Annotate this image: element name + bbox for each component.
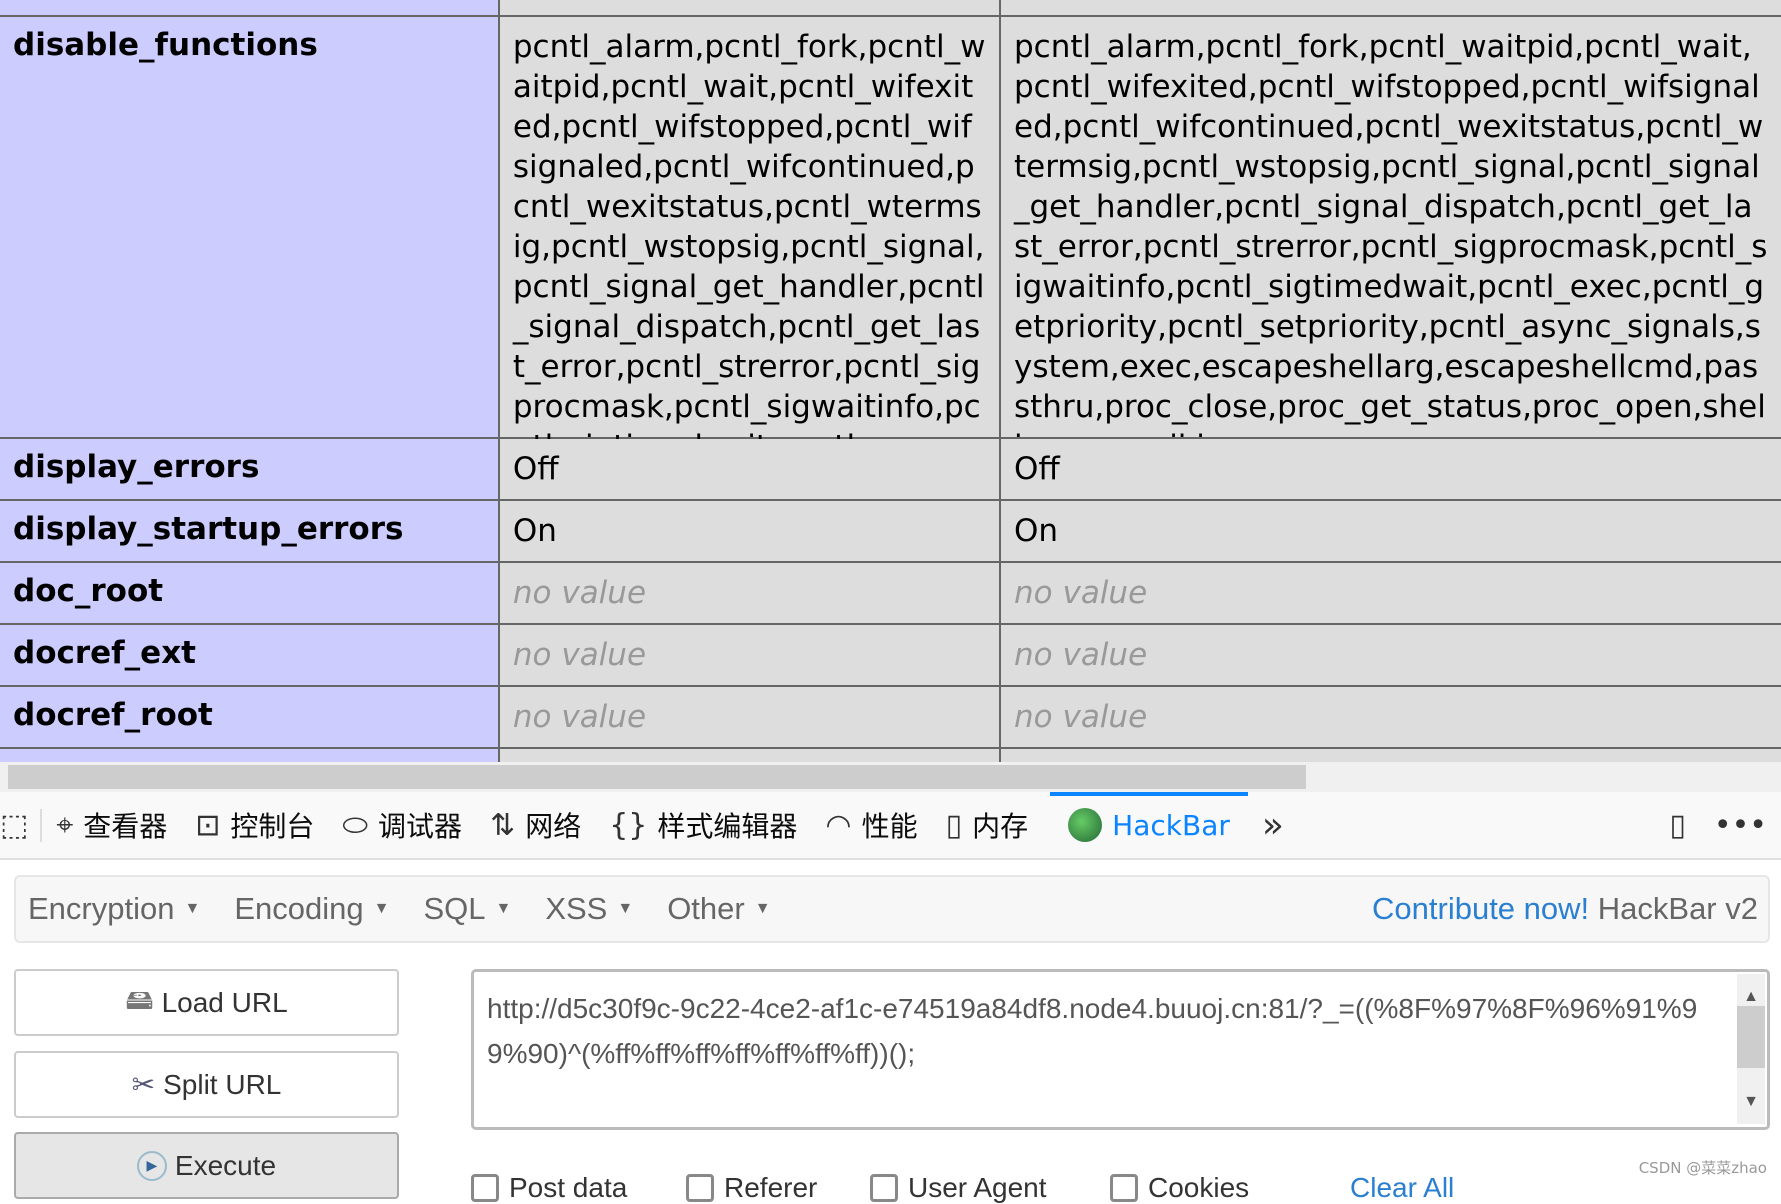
hackbar-icon: [1068, 808, 1103, 842]
master-value: pcntl_alarm,pcntl_fork,pcntl_waitpid,pcn…: [1001, 17, 1781, 437]
menu-sql[interactable]: SQL ▼: [411, 891, 533, 927]
menu-encryption[interactable]: Encryption ▼: [16, 891, 222, 927]
post-data-checkbox[interactable]: Post data: [471, 1172, 627, 1204]
more-icon: •••: [1713, 807, 1767, 843]
tab-inspector[interactable]: ⌖ 查看器: [42, 792, 181, 858]
master-value: no value: [1001, 687, 1781, 747]
caret-down-icon: ▼: [373, 900, 390, 917]
more-options-button[interactable]: •••: [1700, 792, 1781, 858]
network-icon: ⇅: [490, 807, 516, 843]
load-icon: 🖴: [125, 983, 154, 1015]
scrollbar-thumb[interactable]: [1737, 1006, 1765, 1068]
play-icon: ▶: [136, 1150, 167, 1181]
directive-name: docref_ext: [0, 625, 500, 685]
caret-down-icon: ▼: [754, 900, 771, 917]
table-row: [0, 749, 1781, 762]
table-row: doc_root no value no value: [0, 563, 1781, 625]
load-url-button[interactable]: 🖴 Load URL: [14, 969, 399, 1036]
chevrons-right-icon: »: [1261, 804, 1284, 846]
contribute: Contribute now! HackBar v2: [1372, 891, 1768, 927]
table-row: display_errors Off Off: [0, 439, 1781, 501]
tab-console[interactable]: ⊡ 控制台: [181, 792, 328, 858]
tab-memory[interactable]: ▯ 内存: [932, 792, 1043, 858]
local-value: no value: [499, 563, 1001, 623]
master-value: no value: [1001, 563, 1781, 623]
cookies-checkbox[interactable]: Cookies: [1110, 1172, 1249, 1204]
table-row: [0, 0, 1781, 17]
table-row: disable_functions pcntl_alarm,pcntl_fork…: [0, 17, 1781, 705]
user-agent-checkbox[interactable]: User Agent: [870, 1172, 1047, 1204]
directive-name: disable_functions: [0, 17, 500, 437]
execute-button[interactable]: ▶ Execute: [14, 1132, 399, 1199]
local-value: no value: [499, 687, 1001, 747]
caret-down-icon: ▼: [617, 900, 634, 917]
local-value: no value: [499, 625, 1001, 685]
menu-encoding[interactable]: Encoding ▼: [222, 891, 411, 927]
caret-down-icon: ▼: [495, 900, 512, 917]
menu-xss[interactable]: XSS ▼: [533, 891, 655, 927]
more-tabs-button[interactable]: »: [1248, 792, 1298, 858]
menu-other[interactable]: Other ▼: [655, 891, 792, 927]
style-editor-icon: {}: [609, 807, 648, 843]
responsive-design-button[interactable]: ▯: [1655, 792, 1700, 858]
scrollbar-thumb[interactable]: [8, 765, 1306, 789]
pick-element-icon: ⬚: [0, 807, 29, 843]
master-value: On: [1001, 501, 1781, 561]
table-row: docref_root no value no value: [0, 687, 1781, 749]
local-value: pcntl_alarm,pcntl_fork,pcntl_waitpid,pcn…: [499, 17, 1001, 705]
responsive-mode-icon: ▯: [1669, 807, 1686, 843]
directive-name: docref_root: [0, 687, 500, 747]
table-row: docref_ext no value no value: [0, 625, 1781, 687]
performance-icon: ◠: [825, 807, 852, 843]
table-row: display_startup_errors On On: [0, 501, 1781, 563]
tab-debugger[interactable]: ⬭ 调试器: [328, 792, 476, 858]
split-url-button[interactable]: ✂ Split URL: [14, 1051, 399, 1118]
inspector-icon: ⌖: [56, 807, 74, 843]
clear-all-link[interactable]: Clear All: [1350, 1172, 1454, 1204]
tab-performance[interactable]: ◠ 性能: [811, 792, 931, 858]
tab-network[interactable]: ⇅ 网络: [476, 792, 595, 858]
master-value: Off: [1001, 439, 1781, 499]
watermark: CSDN @菜菜zhao: [1638, 1159, 1767, 1177]
tab-hackbar[interactable]: HackBar: [1050, 792, 1248, 858]
scissors-icon: ✂: [131, 1069, 156, 1100]
master-value: no value: [1001, 625, 1781, 685]
directive-name: display_errors: [0, 439, 500, 499]
directive-name: display_startup_errors: [0, 501, 500, 561]
tab-style-editor[interactable]: {} 样式编辑器: [595, 792, 811, 858]
debugger-icon: ⬭: [342, 807, 369, 843]
local-value: On: [499, 501, 1001, 561]
contribute-link[interactable]: Contribute now!: [1372, 891, 1589, 926]
php-info-table: disable_functions pcntl_alarm,pcntl_fork…: [0, 0, 1781, 762]
url-textarea[interactable]: http://d5c30f9c-9c22-4ce2-af1c-e74519a84…: [471, 969, 1770, 1130]
referer-checkbox[interactable]: Referer: [686, 1172, 817, 1204]
version-label: HackBar v2: [1597, 891, 1758, 926]
console-icon: ⊡: [195, 807, 221, 843]
horizontal-scrollbar[interactable]: [0, 762, 1781, 792]
local-value: Off: [499, 439, 1001, 499]
memory-icon: ▯: [945, 807, 963, 843]
caret-down-icon: ▼: [184, 900, 201, 917]
devtools-toolbar: ⬚ ⌖ 查看器 ⊡ 控制台 ⬭ 调试器 ⇅ 网络 {} 样式编辑器 ◠ 性能 ▯ 内存 Hac…: [0, 792, 1781, 860]
directive-name: doc_root: [0, 563, 500, 623]
element-picker-button[interactable]: ⬚: [0, 807, 43, 843]
vertical-scrollbar[interactable]: ▲ ▼: [1737, 974, 1765, 1124]
hackbar-menu: Encryption ▼ Encoding ▼ SQL ▼ XSS ▼ Other ▼ C…: [14, 875, 1770, 943]
